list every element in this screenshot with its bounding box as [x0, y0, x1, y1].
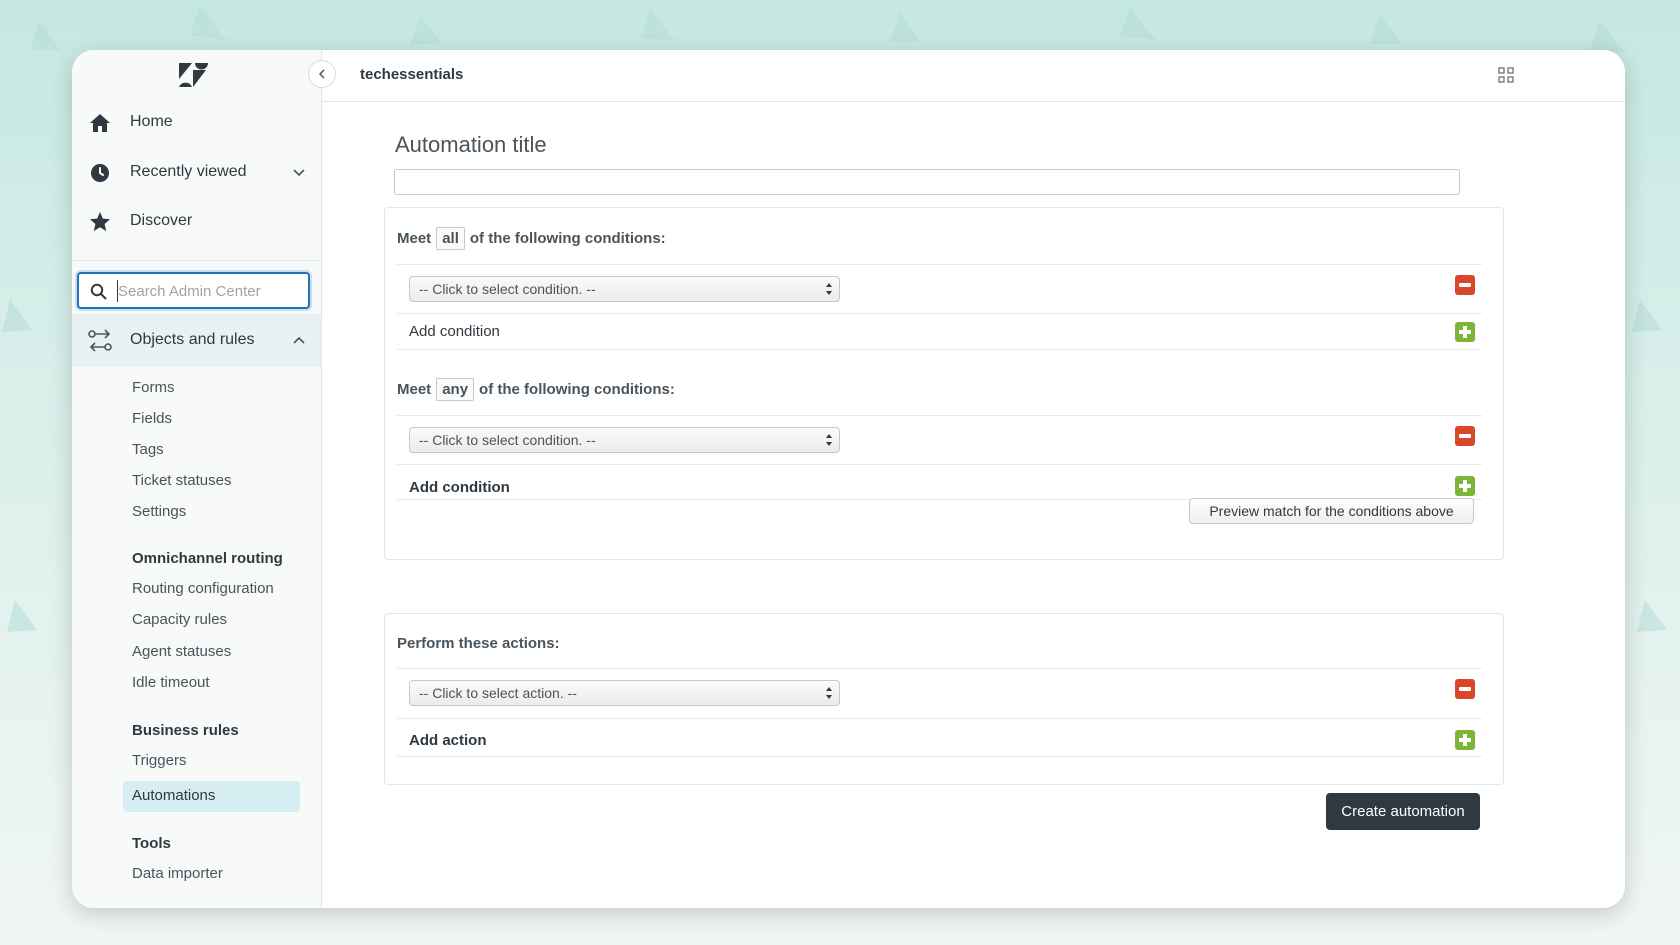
sidebar-item-idle-timeout[interactable]: Idle timeout [132, 674, 210, 691]
collapse-sidebar-button[interactable] [308, 60, 336, 88]
add-action-label[interactable]: Add action [409, 732, 487, 749]
account-name: techessentials [360, 66, 464, 83]
all-condition-select-value: -- Click to select condition. -- [419, 281, 596, 297]
sidebar: Home Recently viewed Discover Search Adm… [72, 50, 322, 908]
nav-recently-viewed-label: Recently viewed [130, 163, 247, 180]
chevron-left-icon [318, 69, 325, 79]
nav-discover-label: Discover [130, 212, 193, 229]
sidebar-item-settings[interactable]: Settings [132, 503, 186, 520]
match-all-toggle[interactable]: all [436, 227, 465, 250]
any-condition-select[interactable]: -- Click to select condition. -- [409, 427, 840, 453]
objects-rules-icon [88, 329, 112, 352]
zendesk-logo-icon [179, 63, 208, 87]
conditions-panel: Meet all of the following conditions: --… [384, 207, 1504, 560]
remove-condition-button[interactable] [1455, 426, 1475, 446]
add-all-condition-label[interactable]: Add condition [409, 323, 500, 340]
nav-home[interactable]: Home [72, 100, 321, 144]
row-divider [397, 264, 1482, 265]
nav-recently-viewed[interactable]: Recently viewed [72, 150, 321, 194]
clock-icon [91, 164, 109, 182]
nav-objects-and-rules[interactable]: Objects and rules [72, 314, 321, 367]
meet-any-prefix: Meet [397, 381, 432, 398]
remove-action-button[interactable] [1455, 679, 1475, 699]
sidebar-item-agent-statuses[interactable]: Agent statuses [132, 643, 231, 660]
select-arrows-icon [826, 434, 832, 446]
actions-panel: Perform these actions: -- Click to selec… [384, 613, 1504, 785]
row-divider [397, 718, 1482, 719]
sidebar-heading-tools: Tools [132, 835, 171, 852]
meet-all-suffix: of the following conditions: [469, 230, 666, 247]
sidebar-divider [72, 260, 321, 261]
meet-any-suffix: of the following conditions: [479, 381, 675, 398]
home-icon [90, 114, 110, 132]
sidebar-item-routing-configuration[interactable]: Routing configuration [132, 580, 274, 597]
chevron-down-icon [293, 169, 305, 177]
sidebar-item-triggers[interactable]: Triggers [132, 752, 186, 769]
nav-home-label: Home [130, 113, 173, 130]
actions-heading-label: Perform these actions: [397, 635, 560, 652]
meet-any-heading: Meet any of the following conditions: [397, 378, 675, 401]
add-any-condition-label[interactable]: Add condition [409, 479, 510, 496]
top-bar: techessentials [322, 50, 1625, 102]
row-divider [397, 668, 1482, 669]
chevron-up-icon [293, 336, 305, 344]
search-icon [90, 283, 107, 300]
automation-title-input[interactable] [394, 169, 1460, 195]
sidebar-item-tags[interactable]: Tags [132, 441, 164, 458]
match-any-toggle[interactable]: any [436, 378, 475, 401]
search-input[interactable] [117, 280, 303, 302]
action-select-value: -- Click to select action. -- [419, 685, 577, 701]
select-arrows-icon [826, 283, 832, 295]
create-automation-button[interactable]: Create automation [1326, 793, 1480, 830]
row-divider [397, 415, 1482, 416]
nav-objects-and-rules-label: Objects and rules [130, 331, 255, 348]
sidebar-item-data-importer[interactable]: Data importer [132, 865, 223, 882]
search-field[interactable] [77, 272, 310, 309]
sidebar-item-capacity-rules[interactable]: Capacity rules [132, 611, 227, 628]
actions-heading: Perform these actions: [397, 635, 560, 652]
sidebar-heading-omnichannel: Omnichannel routing [132, 550, 283, 567]
any-condition-select-value: -- Click to select condition. -- [419, 432, 596, 448]
main-content: Automation title Meet all of the followi… [322, 102, 1625, 908]
all-condition-select[interactable]: -- Click to select condition. -- [409, 276, 840, 302]
star-icon [90, 212, 110, 231]
remove-condition-button[interactable] [1455, 275, 1475, 295]
admin-window: Home Recently viewed Discover Search Adm… [72, 50, 1625, 908]
add-action-button[interactable] [1455, 730, 1475, 750]
row-divider [397, 313, 1482, 314]
meet-all-heading: Meet all of the following conditions: [397, 227, 666, 250]
row-divider [397, 464, 1482, 465]
sidebar-item-automations[interactable]: Automations [132, 787, 215, 804]
add-condition-button[interactable] [1455, 322, 1475, 342]
meet-all-prefix: Meet [397, 230, 432, 247]
select-arrows-icon [826, 687, 832, 699]
page-title: Automation title [395, 132, 547, 157]
nav-discover[interactable]: Discover [72, 199, 321, 243]
action-select[interactable]: -- Click to select action. -- [409, 680, 840, 706]
sidebar-heading-business-rules: Business rules [132, 722, 239, 739]
preview-match-button[interactable]: Preview match for the conditions above [1189, 498, 1474, 524]
row-divider [397, 756, 1482, 757]
sidebar-item-fields[interactable]: Fields [132, 410, 172, 427]
sidebar-item-ticket-statuses[interactable]: Ticket statuses [132, 472, 231, 489]
add-condition-button[interactable] [1455, 476, 1475, 496]
row-divider [397, 349, 1482, 350]
sidebar-item-forms[interactable]: Forms [132, 379, 175, 396]
apps-grid-icon[interactable] [1497, 66, 1515, 84]
